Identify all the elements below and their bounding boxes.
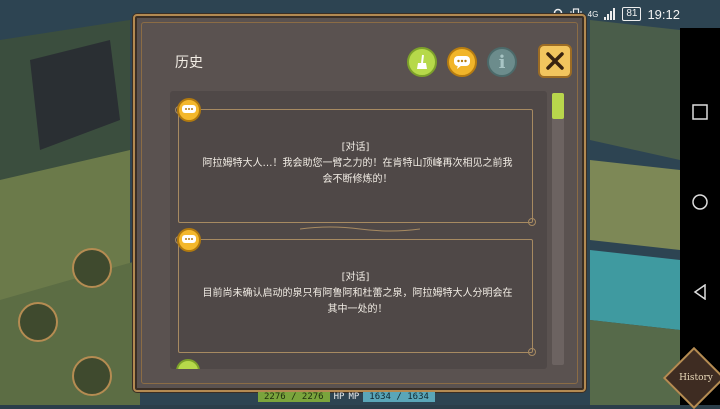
signal-icon: [604, 8, 616, 20]
history-button-label[interactable]: History: [674, 373, 718, 383]
mp-value: 1634 / 1634: [363, 392, 435, 402]
entry-kind: [对话]: [341, 272, 370, 283]
hp-label: HP: [333, 392, 345, 402]
clock: 19:12: [647, 6, 680, 22]
history-dialog: 历史 i [对话] 阿拉姆特大人…！我会助您一臂之力的！在肯特山顶峰再次相见之前…: [133, 14, 586, 392]
android-nav-bar: [680, 28, 720, 405]
info-icon: i: [498, 51, 506, 73]
mp-label: MP: [348, 392, 360, 402]
broom-icon: [417, 54, 427, 69]
info-filter-button[interactable]: i: [487, 47, 517, 77]
clear-history-button[interactable]: [407, 47, 437, 77]
game-control-bottom[interactable]: [72, 356, 112, 396]
history-list[interactable]: [对话] 阿拉姆特大人…！我会助您一臂之力的！在肯特山顶峰再次相见之前我会不断修…: [170, 91, 547, 369]
game-control-left[interactable]: [18, 302, 58, 342]
close-button[interactable]: [538, 44, 572, 78]
network-type: 4G: [587, 9, 599, 19]
speech-bubble-icon: [177, 228, 201, 252]
hp-value: 2276 / 2276: [258, 392, 330, 402]
home-icon[interactable]: [692, 194, 708, 210]
speech-bubble-icon: [177, 98, 201, 122]
recents-icon[interactable]: [692, 104, 708, 120]
battery-icon: 81: [622, 7, 642, 21]
partial-entry-icon: [176, 359, 200, 369]
scrollbar-thumb[interactable]: [552, 93, 564, 119]
back-icon[interactable]: [692, 284, 708, 300]
entry-text: 目前尚未确认启动的泉只有阿鲁阿和杜蕾之泉，阿拉姆特大人分明会在其中一处的！: [202, 288, 513, 315]
dialog-title: 历史: [175, 55, 203, 71]
history-entry: [对话] 目前尚未确认启动的泉只有阿鲁阿和杜蕾之泉，阿拉姆特大人分明会在其中一处…: [175, 228, 536, 356]
close-icon: [546, 52, 564, 70]
divider-ornament: [300, 226, 420, 232]
entry-kind: [对话]: [341, 142, 370, 153]
dialogue-filter-button[interactable]: [447, 47, 477, 77]
speech-bubble-icon: [454, 56, 470, 69]
scrollbar[interactable]: [552, 93, 564, 365]
entry-text: 阿拉姆特大人…！我会助您一臂之力的！在肯特山顶峰再次相见之前我会不断修炼的！: [202, 158, 513, 185]
status-hud: 2276 / 2276 HP MP 1634 / 1634: [258, 391, 435, 403]
history-entry: [对话] 阿拉姆特大人…！我会助您一臂之力的！在肯特山顶峰再次相见之前我会不断修…: [175, 98, 536, 226]
game-control-top[interactable]: [72, 248, 112, 288]
